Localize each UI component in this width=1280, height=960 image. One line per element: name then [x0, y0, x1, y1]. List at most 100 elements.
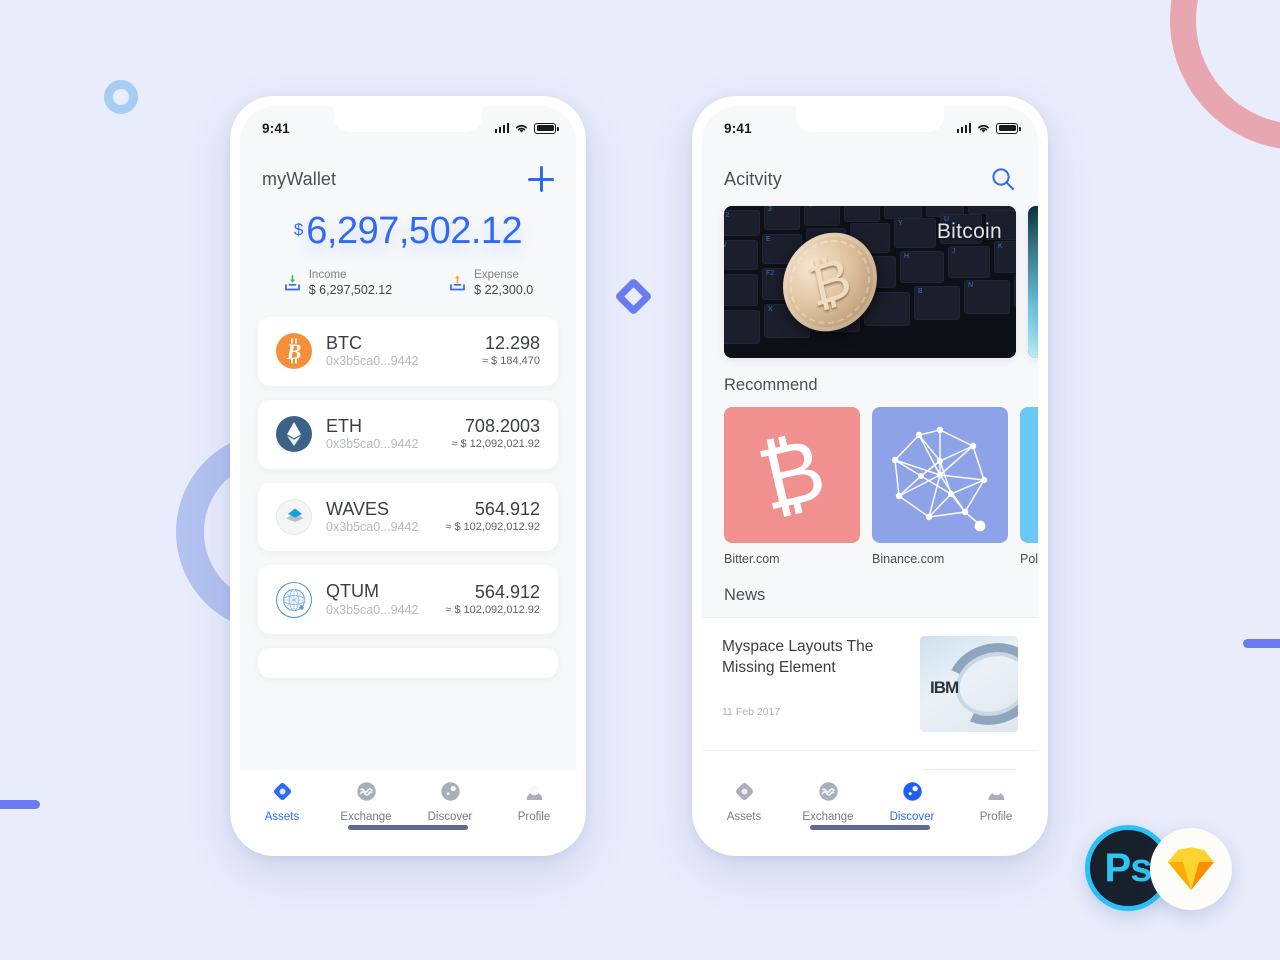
tab-label: Exchange: [340, 811, 392, 823]
coin-amount: 12.298: [484, 333, 540, 354]
banner-card-next[interactable]: [1028, 206, 1038, 358]
income-expense-row: Income $ 6,297,502.12 Expense $ 22,300.0: [240, 268, 576, 299]
ibm-logo: IBM: [930, 678, 959, 697]
list-item[interactable]: Myspace Layouts The Missing Element 11 F…: [702, 617, 1038, 750]
sketch-diamond-icon: [1168, 847, 1214, 890]
battery-full-icon: [996, 122, 1021, 134]
person-profile-icon: [988, 785, 1004, 800]
coin-amount: 564.912: [474, 498, 540, 519]
table-row[interactable]: WAVES 0x3b5ca0...9442 564.912 ≈ $ 102,09…: [258, 482, 558, 552]
ethereum-coin-icon: [276, 416, 312, 453]
status-icons: [956, 122, 1021, 134]
page-title: Acitvity: [724, 168, 782, 189]
tab-label: Profile: [979, 811, 1013, 823]
bitcoin-glyph-icon: ₿: [750, 421, 834, 529]
balance-block: $ 6,297,502.12 Income $ 6,297,502.12 Exp…: [240, 192, 576, 299]
tab-exchange[interactable]: Exchange: [786, 781, 870, 823]
expense-item[interactable]: Expense $ 22,300.0: [448, 268, 533, 299]
expense-tray-up-icon: [450, 275, 466, 291]
recommend-tile-poloniex[interactable]: [1020, 407, 1038, 543]
search-icon[interactable]: [990, 166, 1016, 192]
list-item[interactable]: Binance.com: [872, 407, 1008, 566]
list-item[interactable]: ₿ Bitter.com: [724, 407, 860, 566]
recommend-name: Poloniex.com: [1020, 552, 1038, 566]
tab-assets[interactable]: Assets: [702, 781, 786, 823]
phone-mockup-wallet: 9:41 myWallet $ 6,297,502.12 Income $ 6,…: [230, 96, 586, 856]
recommend-tile-bitter[interactable]: ₿: [724, 407, 860, 543]
plus-icon[interactable]: [528, 166, 554, 192]
coin-address: 0x3b5ca0...9442: [326, 520, 419, 535]
tab-profile[interactable]: Profile: [492, 781, 576, 823]
recommend-title: Recommend: [724, 376, 818, 394]
expense-label: Expense: [474, 269, 519, 281]
tab-label: Assets: [726, 811, 762, 823]
activity-header: Acitvity: [702, 144, 1038, 192]
coin-symbol: QTUM: [326, 581, 379, 602]
coin-symbol: ETH: [326, 415, 362, 436]
diamond-assets-icon: [735, 782, 753, 801]
svg-text:B: B: [286, 339, 302, 364]
tab-label: Assets: [264, 811, 300, 823]
coin-address: 0x3b5ca0...9442: [326, 354, 419, 369]
waves-exchange-icon: [818, 782, 838, 801]
total-balance: $ 6,297,502.12: [294, 210, 523, 252]
status-icons: [494, 122, 559, 134]
tab-label: Exchange: [802, 811, 854, 823]
tab-discover[interactable]: Discover: [870, 781, 954, 823]
photoshop-label: Ps: [1104, 845, 1153, 890]
pill-right-decor: [1243, 639, 1280, 648]
coin-address: 0x3b5ca0...9442: [326, 603, 419, 618]
news-list[interactable]: Myspace Layouts The Missing Element 11 F…: [702, 617, 1038, 794]
tab-assets[interactable]: Assets: [240, 781, 324, 823]
bitcoin-coin-icon: B: [276, 333, 312, 370]
news-thumbnail: IBM: [920, 636, 1018, 732]
diamond-shape-decor: [614, 277, 653, 316]
coin-fiat-value: ≈ $ 12,092,021.92: [451, 437, 540, 450]
screen-activity: 9:41 Acitvity '2 3 E Y U F2 H J K X B N …: [702, 106, 1038, 846]
status-time: 9:41: [262, 120, 290, 136]
balance-amount: 6,297,502.12: [306, 210, 523, 252]
ring-shape-decor: [104, 80, 138, 114]
waves-exchange-icon: [356, 782, 376, 801]
income-value: $ 6,297,502.12: [308, 283, 393, 298]
tab-exchange[interactable]: Exchange: [324, 781, 408, 823]
table-row-partial[interactable]: [258, 648, 558, 679]
tab-profile[interactable]: Profile: [954, 781, 1038, 823]
status-bar: 9:41: [240, 106, 576, 144]
recommend-carousel[interactable]: ₿ Bitter.com Binance.com Pol: [702, 395, 1038, 566]
recommend-name: Bitter.com: [724, 552, 780, 566]
cellular-signal-icon: [956, 123, 971, 133]
recommend-name: Binance.com: [872, 552, 945, 566]
banner-label: Bitcoin: [936, 220, 1002, 243]
status-time: 9:41: [724, 120, 752, 136]
table-row[interactable]: QTUM 0x3b5ca0...9442 564.912 ≈ $ 102,092…: [258, 565, 558, 635]
tab-discover[interactable]: Discover: [408, 781, 492, 823]
bitcoin-glyph-icon: ₿: [803, 244, 857, 319]
ibm-server-photo: IBM: [920, 636, 1018, 732]
cellular-signal-icon: [494, 123, 509, 133]
recommend-tile-binance[interactable]: [872, 407, 1008, 543]
decorative-background: [0, 0, 1280, 960]
list-item[interactable]: Poloniex.com: [1020, 407, 1038, 566]
coin-amount: 708.2003: [464, 415, 540, 436]
battery-full-icon: [534, 122, 559, 134]
coin-fiat-value: ≈ $ 102,092,012.92: [445, 520, 540, 533]
coin-address: 0x3b5ca0...9442: [326, 437, 419, 452]
aurora-photo: [1028, 206, 1038, 358]
coin-symbol: BTC: [326, 332, 362, 353]
banner-carousel[interactable]: '2 3 4 5 6 7 Prt W E Y U S F2: [702, 192, 1038, 358]
home-indicator: [810, 825, 930, 830]
arc-pink-decor: [1170, 0, 1280, 150]
income-item[interactable]: Income $ 6,297,502.12: [283, 268, 392, 299]
waves-coin-icon: [276, 498, 312, 535]
bottom-tab-bar[interactable]: Assets Exchange Discover Profile: [240, 770, 576, 846]
asset-list[interactable]: B BTC 0x3b5ca0...9442 12.298 ≈ $ 184,470: [240, 299, 576, 679]
news-title: News: [724, 586, 766, 604]
coin-amount: 564.912: [474, 581, 540, 602]
news-headline: Myspace Layouts The Missing Element: [722, 638, 874, 677]
bottom-tab-bar[interactable]: Assets Exchange Discover Profile: [702, 770, 1038, 846]
table-row[interactable]: B BTC 0x3b5ca0...9442 12.298 ≈ $ 184,470: [258, 316, 558, 386]
wifi-icon: [516, 124, 527, 133]
banner-card-bitcoin[interactable]: '2 3 4 5 6 7 Prt W E Y U S F2: [724, 206, 1016, 358]
table-row[interactable]: ETH 0x3b5ca0...9442 708.2003 ≈ $ 12,092,…: [258, 399, 558, 469]
